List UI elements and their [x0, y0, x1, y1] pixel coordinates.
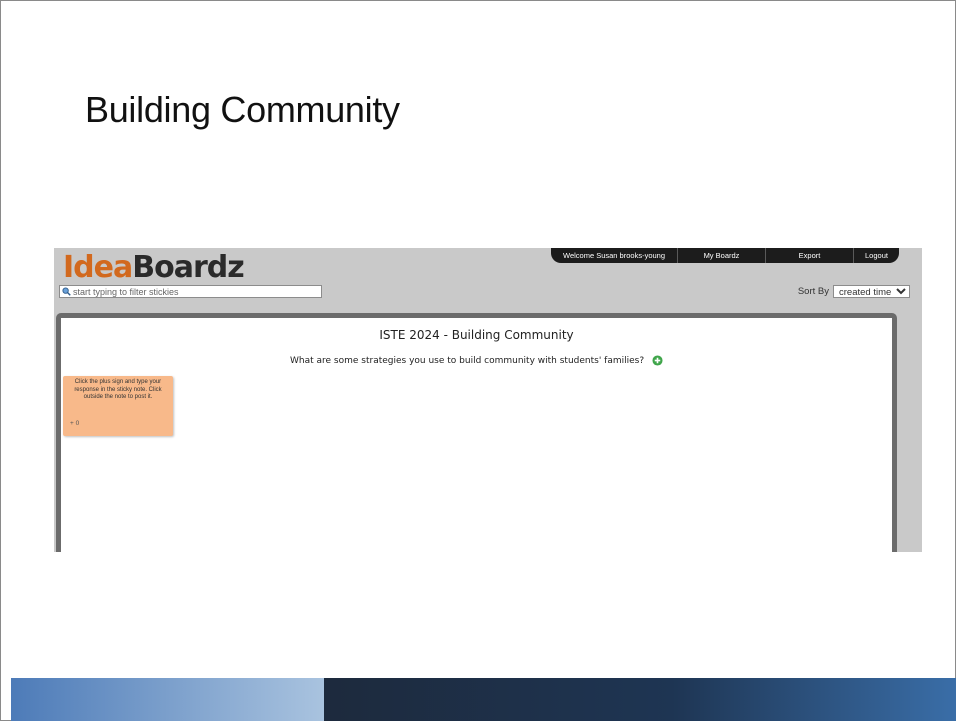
ideaboardz-logo[interactable]: IdeaBoardz: [63, 250, 245, 286]
filter-stickies-input[interactable]: [73, 286, 313, 297]
ideaboardz-screenshot: IdeaBoardz Welcome Susan brooks-young My…: [54, 248, 922, 552]
welcome-user-text: Welcome Susan brooks-young: [551, 248, 678, 263]
slide: Building Community IdeaBoardz Welcome Su…: [0, 0, 956, 721]
board-canvas: ISTE 2024 - Building Community What are …: [56, 313, 897, 552]
sort-by-control: Sort By created time: [798, 285, 910, 298]
filter-stickies-field[interactable]: [59, 285, 322, 298]
sort-by-label: Sort By: [797, 286, 829, 297]
sort-by-select[interactable]: created time: [833, 285, 910, 298]
slide-footer-bar: [1, 678, 956, 721]
sticky-vote-count[interactable]: + 0: [70, 420, 79, 427]
slide-title: Building Community: [85, 89, 400, 130]
board-question: What are some strategies you use to buil…: [290, 356, 645, 366]
sticky-note[interactable]: Click the plus sign and type your respon…: [63, 376, 173, 436]
sticky-note-text: Click the plus sign and type your respon…: [74, 379, 162, 400]
logo-part-idea: Idea: [63, 250, 133, 285]
footer-accent-left: [11, 678, 324, 721]
search-icon: [62, 287, 71, 296]
plus-circle-icon[interactable]: [652, 355, 663, 366]
export-link[interactable]: Export: [766, 248, 854, 263]
board-question-row: What are some strategies you use to buil…: [61, 355, 892, 366]
my-boardz-link[interactable]: My Boardz: [678, 248, 766, 263]
board-title: ISTE 2024 - Building Community: [379, 328, 574, 342]
logo-part-boardz: Boardz: [132, 250, 244, 285]
top-nav: Welcome Susan brooks-young My Boardz Exp…: [551, 248, 899, 263]
footer-accent-right: [324, 678, 956, 721]
logout-link[interactable]: Logout: [854, 248, 899, 263]
